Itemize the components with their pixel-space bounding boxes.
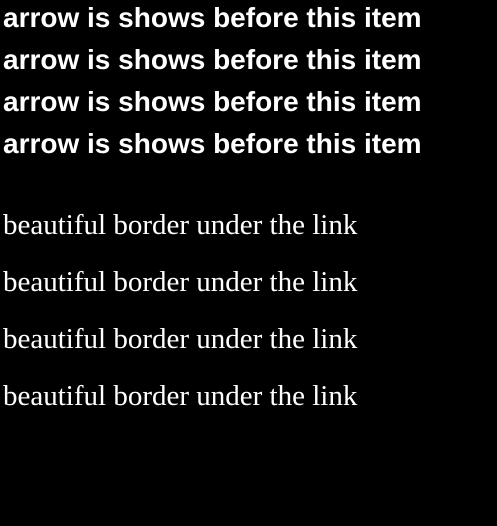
link-list-item: beautiful border under the link <box>3 368 357 425</box>
link-list: beautiful border under the link beautifu… <box>3 197 357 425</box>
bordered-link[interactable]: beautiful border under the link <box>3 323 357 355</box>
arrow-list-item: arrow is shows before this item <box>3 44 422 75</box>
bordered-link[interactable]: beautiful border under the link <box>3 209 357 241</box>
bordered-link[interactable]: beautiful border under the link <box>3 380 357 412</box>
bordered-link[interactable]: beautiful border under the link <box>3 266 357 298</box>
arrow-item-list: arrow is shows before this item arrow is… <box>3 0 422 168</box>
arrow-list-item: arrow is shows before this item <box>3 86 422 117</box>
link-list-item: beautiful border under the link <box>3 197 357 254</box>
arrow-list-item: arrow is shows before this item <box>3 128 422 159</box>
link-list-item: beautiful border under the link <box>3 311 357 368</box>
link-list-item: beautiful border under the link <box>3 254 357 311</box>
